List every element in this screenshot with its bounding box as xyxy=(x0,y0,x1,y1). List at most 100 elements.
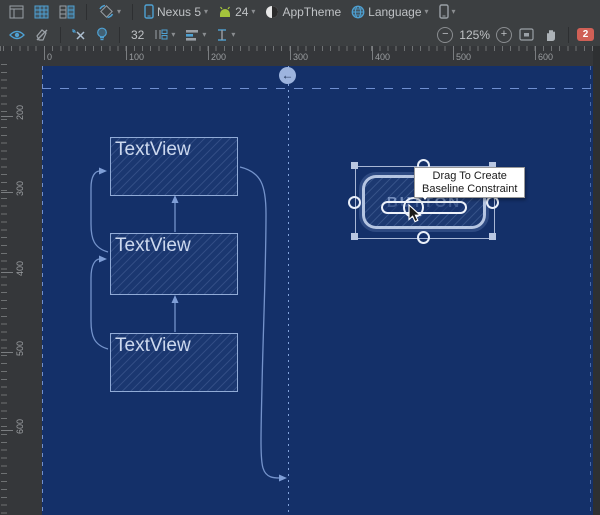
chevron-down-icon: ▾ xyxy=(171,29,176,39)
ruler-major-tick xyxy=(535,46,536,60)
ruler-ticks-horizontal xyxy=(0,46,600,51)
design-view-button[interactable] xyxy=(6,3,27,21)
device-selector[interactable]: Nexus 5 ▾ xyxy=(141,2,211,21)
orientation-button[interactable]: ▾ xyxy=(95,2,124,21)
constraint-toolbar: 32 ▾ ▾ ▾ − 125% + 2 xyxy=(0,23,600,47)
distribute-button[interactable]: ▾ xyxy=(213,26,238,44)
hand-icon xyxy=(544,28,557,42)
ruler-label: 100 xyxy=(129,52,145,62)
android-icon xyxy=(218,6,232,18)
language-selector[interactable]: Language ▾ xyxy=(348,3,431,21)
textview-widget-1[interactable]: TextView xyxy=(110,137,238,196)
theme-selector[interactable]: AppTheme xyxy=(262,3,344,21)
show-constraints-button[interactable] xyxy=(6,27,28,43)
resize-handle-top-left[interactable] xyxy=(351,162,358,169)
ruler-label: 200 xyxy=(211,52,227,62)
align-button[interactable]: ▾ xyxy=(182,27,209,43)
tooltip-line-2: Baseline Constraint xyxy=(422,182,518,195)
align-bars-icon xyxy=(185,29,199,41)
globe-icon xyxy=(351,5,365,19)
baseline-handle[interactable] xyxy=(381,201,467,214)
autoconnect-button[interactable] xyxy=(32,26,52,44)
vertical-guideline[interactable] xyxy=(288,66,289,515)
guidelines-button[interactable]: ▾ xyxy=(151,26,178,43)
default-margin-value: 32 xyxy=(131,27,145,42)
blueprint-view-icon xyxy=(34,5,49,19)
blueprint-view-button[interactable] xyxy=(31,3,52,21)
cycle-chain-button[interactable]: ← xyxy=(279,67,296,84)
eye-icon xyxy=(9,29,25,41)
error-count-badge[interactable]: 2 xyxy=(577,28,594,41)
chevron-down-icon: ▾ xyxy=(204,6,209,16)
parent-right-edge xyxy=(590,66,591,515)
default-margin-button[interactable]: 32 xyxy=(128,26,147,44)
resize-handle-bottom-left[interactable] xyxy=(351,233,358,240)
mouse-cursor xyxy=(408,204,422,223)
ruler-major-tick xyxy=(1,272,13,273)
ruler-label: 400 xyxy=(375,52,391,62)
guidelines-icon xyxy=(154,28,168,41)
textview-widget-3[interactable]: TextView xyxy=(110,333,238,392)
tooltip-line-1: Drag To Create xyxy=(432,170,507,182)
blueprint-canvas[interactable]: ← TextView TextView TextView Drag To Cre… xyxy=(42,66,593,515)
chevron-down-icon: ▾ xyxy=(424,6,429,16)
autoconnect-pen-icon xyxy=(35,28,49,42)
theme-label: AppTheme xyxy=(282,4,342,19)
resize-handle-bottom-right[interactable] xyxy=(489,233,496,240)
canvas-right-gutter xyxy=(593,46,600,515)
zoom-to-fit-button[interactable] xyxy=(516,26,537,43)
ruler-major-tick xyxy=(126,46,127,60)
phone-outline-icon xyxy=(438,4,449,19)
ruler-label: 600 xyxy=(538,52,554,62)
split-view-button[interactable] xyxy=(56,3,78,21)
virtual-device-button[interactable]: ▾ xyxy=(436,2,459,21)
api-selector[interactable]: 24 ▾ xyxy=(215,3,258,21)
ruler-major-tick xyxy=(44,46,45,60)
parent-top-edge xyxy=(42,88,593,89)
split-view-icon xyxy=(59,5,75,19)
ruler-major-tick xyxy=(290,46,291,60)
ruler-vertical: 200 300 400 500 600 xyxy=(0,64,42,515)
textview-widget-2[interactable]: TextView xyxy=(110,233,238,295)
clear-constraints-icon xyxy=(72,28,86,41)
zoom-in-button[interactable]: + xyxy=(496,26,512,43)
ruler-label: 500 xyxy=(15,341,25,357)
infer-constraints-button[interactable] xyxy=(93,25,111,44)
pan-button[interactable] xyxy=(541,26,560,44)
device-label: Nexus 5 xyxy=(157,4,202,19)
rotate-device-icon xyxy=(98,4,114,19)
ruler-horizontal: 0 100 200 300 400 500 600 xyxy=(0,46,600,64)
tooltip-pointer xyxy=(420,193,430,200)
zoom-to-fit-icon xyxy=(519,28,534,41)
ruler-ticks-vertical xyxy=(1,64,7,515)
toolbar-separator xyxy=(60,26,61,43)
toolbar-separator xyxy=(86,3,87,20)
toolbar-separator xyxy=(119,26,120,43)
ruler-major-tick xyxy=(208,46,209,60)
constraint-anchor-left[interactable] xyxy=(348,196,361,209)
chevron-down-icon: ▾ xyxy=(231,29,236,39)
parent-left-edge xyxy=(42,66,43,515)
chevron-down-icon: ▾ xyxy=(117,6,122,16)
chevron-down-icon: ▾ xyxy=(451,6,456,16)
design-toolbar: ▾ Nexus 5 ▾ 24 ▾ AppTheme Language ▾ ▾ xyxy=(0,0,600,23)
theme-contrast-icon xyxy=(265,5,279,19)
constraint-anchor-bottom[interactable] xyxy=(417,231,430,244)
ruler-label: 300 xyxy=(15,181,25,197)
zoom-out-button[interactable]: − xyxy=(437,26,454,43)
textview-label: TextView xyxy=(115,139,191,160)
layout-editor: ▾ Nexus 5 ▾ 24 ▾ AppTheme Language ▾ ▾ 3… xyxy=(0,0,600,515)
ruler-major-tick xyxy=(1,352,13,353)
ruler-major-tick xyxy=(1,192,13,193)
ruler-major-tick xyxy=(1,116,13,117)
toolbar-separator xyxy=(568,26,569,43)
language-label: Language xyxy=(368,4,422,19)
ruler-label: 0 xyxy=(47,52,53,62)
chevron-down-icon: ▾ xyxy=(251,6,256,16)
ruler-major-tick xyxy=(453,46,454,60)
clear-constraints-button[interactable] xyxy=(69,26,89,43)
ruler-label: 600 xyxy=(15,419,25,435)
ruler-label: 200 xyxy=(15,105,25,121)
textview-label: TextView xyxy=(115,335,191,356)
ruler-label: 300 xyxy=(293,52,309,62)
